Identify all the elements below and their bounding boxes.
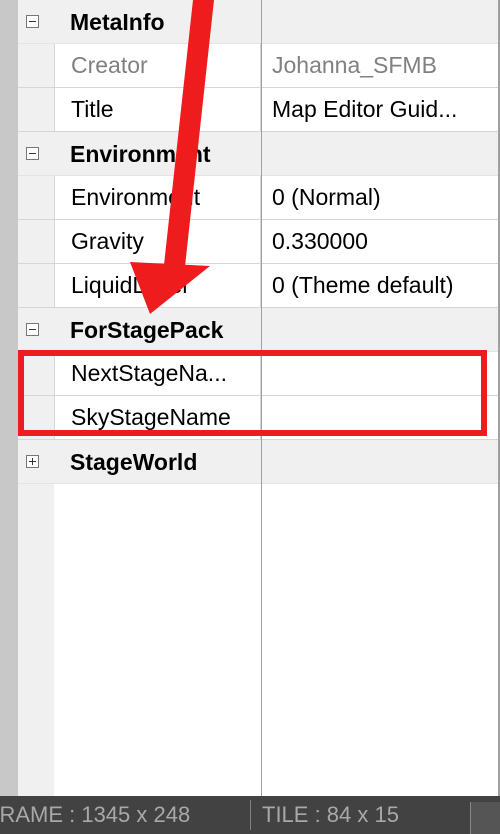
arrow-down-icon <box>130 0 214 314</box>
